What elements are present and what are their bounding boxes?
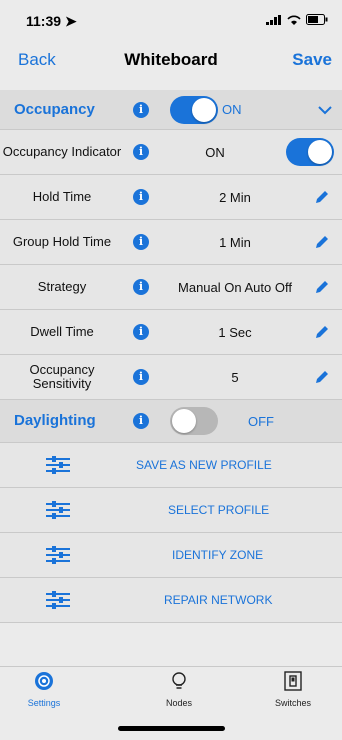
toggle-knob bbox=[172, 409, 196, 433]
row-value: 5 bbox=[231, 369, 239, 385]
tab-nodes[interactable]: Nodes bbox=[139, 671, 219, 708]
row-label: Occupancy Sensitivity bbox=[29, 362, 95, 391]
pencil-icon[interactable] bbox=[314, 234, 330, 250]
action-label: IDENTIFY ZONE bbox=[172, 548, 264, 562]
row-label: Strategy bbox=[37, 279, 87, 294]
daylighting-toggle[interactable] bbox=[170, 407, 218, 435]
info-icon[interactable]: i bbox=[133, 279, 149, 295]
clock-text: 11:39 bbox=[26, 13, 62, 29]
occupancy-indicator-toggle[interactable] bbox=[286, 138, 334, 166]
pencil-icon[interactable] bbox=[314, 279, 330, 295]
home-indicator[interactable] bbox=[118, 726, 225, 731]
occupancy-section-header[interactable]: Occupancy i ON bbox=[0, 90, 342, 130]
info-icon[interactable]: i bbox=[133, 144, 149, 160]
pencil-icon[interactable] bbox=[314, 369, 330, 385]
save-as-new-profile-row[interactable]: SAVE AS NEW PROFILE bbox=[0, 443, 342, 488]
info-icon[interactable]: i bbox=[133, 101, 149, 118]
tab-label: Nodes bbox=[165, 698, 192, 708]
sliders-icon bbox=[46, 546, 70, 564]
identify-zone-row[interactable]: IDENTIFY ZONE bbox=[0, 533, 342, 578]
info-icon[interactable]: i bbox=[133, 324, 149, 340]
repair-network-row[interactable]: REPAIR NETWORK bbox=[0, 578, 342, 623]
page-title: Whiteboard bbox=[124, 50, 218, 69]
location-icon: ➤ bbox=[64, 13, 77, 29]
occupancy-toggle[interactable] bbox=[170, 95, 218, 124]
occupancy-state: ON bbox=[222, 102, 242, 117]
status-icons bbox=[266, 14, 328, 25]
save-button[interactable]: Save bbox=[292, 50, 332, 70]
switch-icon bbox=[284, 671, 302, 691]
daylighting-state: OFF bbox=[248, 413, 274, 429]
bulb-icon bbox=[172, 672, 186, 689]
tab-bar: Settings Nodes Switches bbox=[0, 666, 342, 717]
chevron-down-icon[interactable] bbox=[318, 104, 332, 116]
status-bar: 11:39 ➤ bbox=[0, 0, 342, 40]
select-profile-row[interactable]: SELECT PROFILE bbox=[0, 488, 342, 533]
row-hold-time[interactable]: Hold Time i 2 Min bbox=[0, 175, 342, 220]
info-icon[interactable]: i bbox=[133, 369, 149, 385]
row-value: 1 Sec bbox=[218, 324, 252, 340]
row-dwell-time[interactable]: Dwell Time i 1 Sec bbox=[0, 310, 342, 355]
occupancy-label: Occupancy bbox=[14, 100, 95, 118]
info-icon[interactable]: i bbox=[133, 413, 149, 429]
row-occupancy-sensitivity[interactable]: Occupancy Sensitivity i 5 bbox=[0, 355, 342, 400]
pencil-icon[interactable] bbox=[314, 189, 330, 205]
tab-label: Switches bbox=[274, 698, 311, 708]
row-value: 2 Min bbox=[219, 189, 251, 205]
row-value: 1 Min bbox=[219, 234, 251, 250]
toggle-knob bbox=[192, 97, 216, 122]
row-value: Manual On Auto Off bbox=[178, 279, 292, 295]
toggle-knob bbox=[308, 140, 332, 164]
row-label: Group Hold Time bbox=[12, 234, 112, 249]
wifi-icon bbox=[287, 14, 301, 25]
row-label: Hold Time bbox=[32, 189, 92, 204]
daylighting-label: Daylighting bbox=[14, 412, 96, 429]
row-label: Dwell Time bbox=[30, 324, 94, 339]
sliders-icon bbox=[46, 501, 70, 519]
action-label: SAVE AS NEW PROFILE bbox=[136, 458, 272, 472]
daylighting-section-header[interactable]: Daylighting i OFF bbox=[0, 400, 342, 443]
row-group-hold-time[interactable]: Group Hold Time i 1 Min bbox=[0, 220, 342, 265]
pencil-icon[interactable] bbox=[314, 324, 330, 340]
settings-list: Occupancy i ON Occupancy Indicator i ON … bbox=[0, 90, 342, 623]
tab-switches[interactable]: Switches bbox=[253, 671, 333, 708]
tab-settings[interactable]: Settings bbox=[4, 671, 84, 708]
info-icon[interactable]: i bbox=[133, 189, 149, 205]
gear-icon bbox=[35, 672, 53, 690]
row-strategy[interactable]: Strategy i Manual On Auto Off bbox=[0, 265, 342, 310]
action-label: SELECT PROFILE bbox=[168, 503, 270, 517]
navigation-bar: Back Whiteboard Save bbox=[0, 40, 342, 82]
battery-icon bbox=[306, 14, 328, 25]
sliders-icon bbox=[46, 456, 70, 474]
row-value: ON bbox=[205, 144, 225, 160]
signal-icon bbox=[266, 14, 281, 25]
clock: 11:39 ➤ bbox=[26, 13, 77, 30]
row-label: Occupancy Indicator bbox=[2, 144, 122, 159]
action-label: REPAIR NETWORK bbox=[164, 593, 273, 607]
info-icon[interactable]: i bbox=[133, 234, 149, 250]
tab-label: Settings bbox=[27, 698, 61, 708]
sliders-icon bbox=[46, 591, 70, 609]
row-occupancy-indicator: Occupancy Indicator i ON bbox=[0, 130, 342, 175]
